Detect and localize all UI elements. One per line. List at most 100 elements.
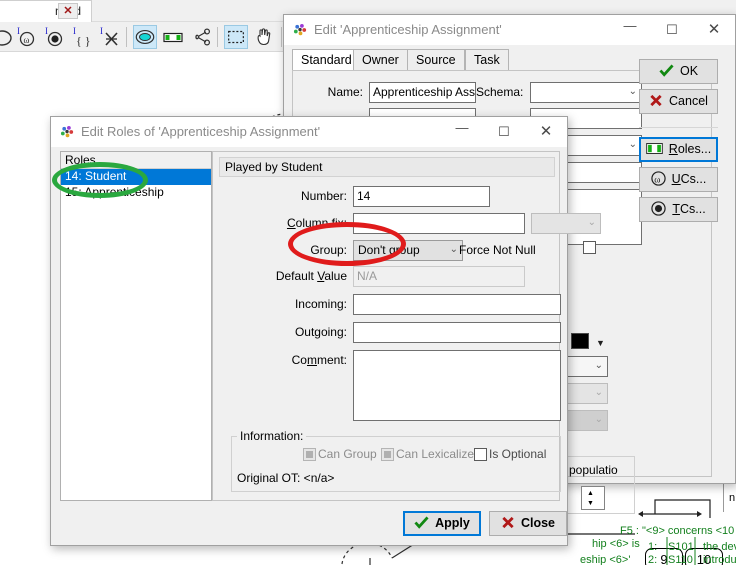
can-lexicalize-checkbox xyxy=(381,448,394,461)
background-color-swatch[interactable] xyxy=(571,333,589,349)
list-item-role-15[interactable]: 15: Apprenticeship xyxy=(61,185,211,201)
tcs-button[interactable]: TCs... xyxy=(639,197,718,222)
tcs-button-label: TCs... xyxy=(672,202,706,217)
incoming-field[interactable] xyxy=(353,294,561,315)
edit-roles-dialog[interactable]: Edit Roles of 'Apprenticeship Assignment… xyxy=(50,116,601,546)
close-footer-button[interactable]: Close xyxy=(489,511,567,536)
outgoing-field[interactable] xyxy=(353,322,561,343)
population-label: populatio xyxy=(569,463,618,477)
chevron-down-icon: ⌄ xyxy=(594,360,603,371)
group-label: Group: xyxy=(310,243,347,257)
tab-owner[interactable]: Owner xyxy=(353,49,408,71)
comment-field[interactable] xyxy=(353,350,561,421)
tab-task[interactable]: Task xyxy=(465,49,509,71)
green-check-icon xyxy=(659,64,674,80)
played-by-section-header: Played by Student xyxy=(219,157,555,177)
cancel-button[interactable]: Cancel xyxy=(639,89,718,114)
svg-text:{ }: { } xyxy=(76,34,91,48)
roles-bar-icon[interactable] xyxy=(161,25,185,49)
red-x-icon xyxy=(501,516,515,532)
schema-combo[interactable]: ⌄ xyxy=(530,82,642,103)
group-combo[interactable]: Don't group ⌄ xyxy=(353,240,463,261)
comment-label: Comment: xyxy=(291,353,347,367)
row-divider xyxy=(694,537,696,565)
close-button[interactable]: ✕ xyxy=(693,15,735,45)
incoming-label: Incoming: xyxy=(294,297,347,311)
schema-label: Schema: xyxy=(476,85,524,99)
app-palette-icon xyxy=(293,23,308,38)
edit-object-title: Edit 'Apprenticeship Assignment' xyxy=(314,22,502,37)
tab-standard[interactable]: Standard xyxy=(292,49,361,71)
tab-source[interactable]: Source xyxy=(407,49,465,71)
fragment-text-2: eship <6>' xyxy=(580,554,631,565)
roles-listbox[interactable]: Roles 14: Student 15: Apprenticeship xyxy=(60,151,212,501)
braces-icon[interactable]: I { } xyxy=(70,25,94,49)
oval-highlight-icon[interactable] xyxy=(133,25,157,49)
pan-hand-icon[interactable] xyxy=(252,25,276,49)
minimize-button[interactable]: — xyxy=(441,117,483,147)
chevron-down-icon: ⌄ xyxy=(449,244,458,255)
close-footer-button-label: Close xyxy=(520,516,556,531)
ok-button[interactable]: OK xyxy=(639,59,718,84)
minimize-button[interactable]: — xyxy=(609,15,651,45)
document-tab-close-icon[interactable]: ✕ xyxy=(58,3,78,19)
ok-button-label: OK xyxy=(679,64,699,79)
chevron-down-icon: ⌄ xyxy=(594,387,603,398)
svg-text:I: I xyxy=(17,26,20,36)
is-optional-label: Is Optional xyxy=(489,447,547,461)
ellipse-tool-icon[interactable] xyxy=(0,25,14,49)
information-group-label: Information: xyxy=(237,429,307,443)
name-label: Name: xyxy=(327,85,363,99)
toolbar-separator-3 xyxy=(281,27,282,47)
edit-roles-title: Edit Roles of 'Apprenticeship Assignment… xyxy=(81,124,321,139)
maximize-button[interactable]: ☐ xyxy=(651,15,693,45)
chevron-down-icon: ⌄ xyxy=(628,139,637,150)
row-num-2: 2: xyxy=(648,554,658,565)
chevron-down-icon: ⌄ xyxy=(594,414,603,425)
graph-nodes-icon[interactable] xyxy=(189,25,213,49)
filled-circle-icon[interactable]: I xyxy=(42,25,66,49)
svg-text:ω: ω xyxy=(654,175,660,185)
role-detail-panel: Played by Student Number: 14 Column fix:… xyxy=(212,151,601,501)
chevron-down-icon: ⌄ xyxy=(628,86,637,97)
status-line-text: F5 : "<9> concerns <10 xyxy=(620,525,735,537)
toolbar-separator-2 xyxy=(217,27,218,47)
cancel-button-label: Cancel xyxy=(669,94,708,109)
maximize-button[interactable]: ☐ xyxy=(483,117,525,147)
apply-button[interactable]: Apply xyxy=(403,511,481,536)
close-button[interactable]: ✕ xyxy=(525,117,567,147)
apply-button-label: Apply xyxy=(435,516,470,531)
edit-roles-titlebar[interactable]: Edit Roles of 'Apprenticeship Assignment… xyxy=(51,117,567,148)
number-field[interactable]: 14 xyxy=(353,186,490,207)
omega-circle-icon: ω xyxy=(650,171,666,189)
column-fix-field[interactable] xyxy=(353,213,525,234)
svg-text:ω: ω xyxy=(24,35,30,45)
spinner-up-icon[interactable]: ▲ xyxy=(587,490,594,497)
spinner-down-icon[interactable]: ▼ xyxy=(587,500,594,507)
fragment-text-1: hip <6> is xyxy=(592,538,640,550)
force-not-null-checkbox[interactable] xyxy=(583,241,596,254)
default-value-label: Default Value xyxy=(275,269,347,283)
ucs-button[interactable]: ω UCs... xyxy=(639,167,718,192)
color-dropdown-arrow-icon[interactable]: ▼ xyxy=(596,338,605,348)
name-field[interactable]: Apprenticeship Ass xyxy=(369,82,476,103)
list-item-role-14[interactable]: 14: Student xyxy=(61,169,211,185)
row-text-1: the develop xyxy=(703,541,736,553)
fragment-text-n: n xyxy=(729,492,736,504)
cross-link-icon[interactable]: I xyxy=(98,25,122,49)
marquee-select-icon[interactable] xyxy=(224,25,248,49)
column-fix-combo: ⌄ xyxy=(531,213,601,234)
population-spinner[interactable]: ▲ ▼ xyxy=(581,486,605,510)
roles-button-label: Roles... xyxy=(668,142,712,157)
number-label: Number: xyxy=(300,189,347,203)
filled-circle-icon xyxy=(651,201,666,219)
edit-object-titlebar[interactable]: Edit 'Apprenticeship Assignment' — ☐ ✕ xyxy=(284,15,735,46)
omega-object-icon[interactable]: I ω xyxy=(14,25,38,49)
roles-button[interactable]: Roles... xyxy=(639,137,718,162)
is-optional-checkbox[interactable] xyxy=(474,448,487,461)
document-tab[interactable]: n.igd xyxy=(0,0,92,22)
original-ot-text: Original OT: <n/a> xyxy=(237,471,335,485)
column-fix-label: Column fix: xyxy=(286,216,347,230)
force-not-null-label: Force Not Null xyxy=(459,243,536,257)
group-combo-value: Don't group xyxy=(358,243,420,257)
